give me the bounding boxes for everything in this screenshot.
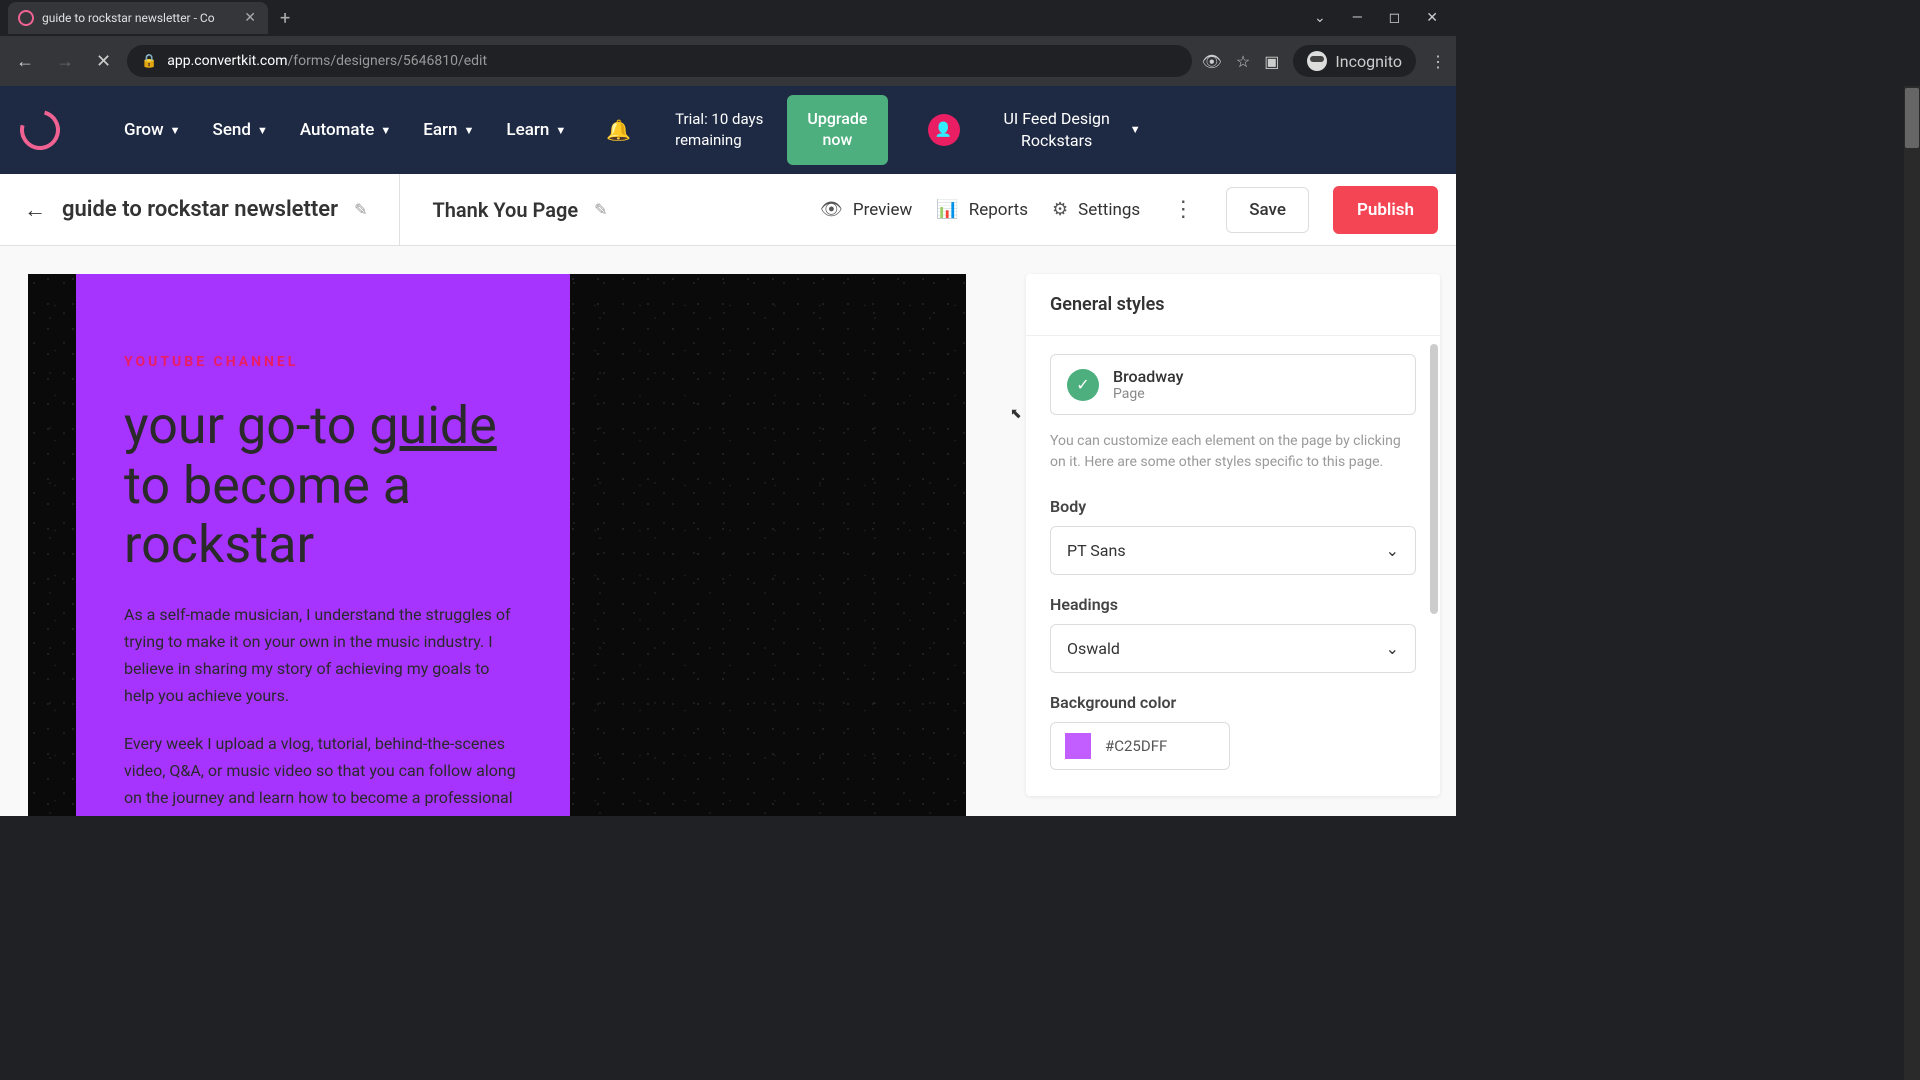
minimize-icon[interactable]: —: [1348, 6, 1367, 30]
nav-send[interactable]: Send▼: [213, 120, 268, 140]
editor-toolbar: ← guide to rockstar newsletter ✎ Thank Y…: [0, 174, 1456, 246]
sliders-icon: ⚙: [1052, 199, 1068, 220]
account-switcher[interactable]: UI Feed DesignRockstars ▼: [1004, 108, 1141, 153]
divider: [399, 174, 400, 246]
close-window-icon[interactable]: ✕: [1422, 6, 1442, 30]
bg-color-input[interactable]: #C25DFF: [1050, 722, 1230, 770]
panel-scrollbar[interactable]: [1430, 344, 1438, 614]
eyebrow-text[interactable]: YOUTUBE CHANNEL: [124, 354, 522, 370]
page-scrollbar-thumb[interactable]: [1905, 88, 1919, 148]
reports-button[interactable]: 📊Reports: [936, 199, 1028, 220]
hex-value: #C25DFF: [1105, 737, 1167, 755]
chevron-down-icon: ▼: [464, 124, 475, 137]
body-paragraph-1[interactable]: As a self-made musician, I understand th…: [124, 601, 522, 710]
form-name: guide to rockstar newsletter: [62, 197, 338, 222]
page-name: Thank You Page: [432, 198, 578, 222]
edit-name-icon[interactable]: ✎: [354, 200, 367, 219]
template-name: Broadway: [1113, 367, 1184, 386]
nav-learn[interactable]: Learn▼: [506, 120, 566, 140]
template-type: Page: [1113, 386, 1184, 402]
chevron-down-icon: ⌄: [1386, 639, 1399, 658]
image-area[interactable]: [570, 274, 966, 816]
check-icon: ✓: [1067, 369, 1099, 401]
chevron-down-icon: ⌄: [1386, 541, 1399, 560]
browser-tab[interactable]: guide to rockstar newsletter - Co ✕: [8, 2, 268, 34]
chevron-down-icon: ▼: [555, 124, 566, 137]
chevron-down-icon: ▼: [1130, 122, 1141, 137]
favicon-icon: [18, 10, 34, 26]
nav-grow[interactable]: Grow▼: [124, 120, 181, 140]
chevron-down-icon: ▼: [170, 124, 181, 137]
main-nav: Grow▼ Send▼ Automate▼ Earn▼ Learn▼ 🔔 Tri…: [0, 86, 1456, 174]
lock-icon: 🔒: [141, 54, 157, 69]
upgrade-button[interactable]: Upgradenow: [787, 95, 887, 165]
address-bar[interactable]: 🔒 app.convertkit.com/forms/designers/564…: [127, 45, 1192, 77]
maximize-icon[interactable]: ◻: [1385, 6, 1405, 30]
tab-title: guide to rockstar newsletter - Co: [42, 11, 234, 25]
styles-panel: General styles ✓ Broadway Page You can c…: [1026, 274, 1440, 796]
edit-page-icon[interactable]: ✎: [594, 200, 607, 219]
page-canvas[interactable]: YOUTUBE CHANNEL your go-to guide to beco…: [28, 274, 966, 816]
settings-button[interactable]: ⚙Settings: [1052, 199, 1140, 220]
color-swatch: [1065, 733, 1091, 759]
nav-automate[interactable]: Automate▼: [300, 120, 391, 140]
close-tab-icon[interactable]: ✕: [242, 8, 258, 28]
cursor-icon: ⬉: [1010, 406, 1022, 422]
chevron-down-icon: ▼: [380, 124, 391, 137]
preview-button[interactable]: 👁Preview: [820, 199, 912, 220]
forward-button: →: [50, 45, 80, 78]
incognito-icon: [1307, 51, 1327, 71]
chevron-down-icon: ▼: [257, 124, 268, 137]
headings-font-label: Headings: [1050, 595, 1416, 614]
back-button[interactable]: ←: [10, 45, 40, 78]
more-menu-icon[interactable]: ⋮: [1164, 193, 1202, 226]
trial-status: Trial: 10 daysremaining: [675, 109, 763, 151]
convertkit-logo-icon[interactable]: [13, 103, 68, 158]
content-panel[interactable]: YOUTUBE CHANNEL your go-to guide to beco…: [76, 274, 570, 816]
page-scrollbar-track[interactable]: [1904, 86, 1920, 1080]
incognito-badge[interactable]: Incognito: [1293, 45, 1416, 77]
panel-title: General styles: [1026, 274, 1440, 336]
new-tab-button[interactable]: +: [268, 4, 302, 33]
save-button[interactable]: Save: [1226, 187, 1309, 233]
body-font-label: Body: [1050, 497, 1416, 516]
url-text: app.convertkit.com/forms/designers/56468…: [167, 53, 487, 69]
bg-color-label: Background color: [1050, 693, 1416, 712]
template-card[interactable]: ✓ Broadway Page: [1050, 354, 1416, 415]
body-paragraph-2[interactable]: Every week I upload a vlog, tutorial, be…: [124, 730, 522, 816]
help-text: You can customize each element on the pa…: [1050, 431, 1416, 473]
bar-chart-icon: 📊: [936, 199, 958, 220]
headings-font-select[interactable]: Oswald⌄: [1050, 624, 1416, 673]
publish-button[interactable]: Publish: [1333, 186, 1438, 234]
headline[interactable]: your go-to guide to become a rockstar: [124, 394, 522, 573]
eye-off-icon[interactable]: 👁: [1202, 52, 1222, 71]
body-font-select[interactable]: PT Sans⌄: [1050, 526, 1416, 575]
eye-icon: 👁: [820, 199, 843, 220]
back-arrow-icon[interactable]: ←: [18, 191, 52, 229]
kebab-menu-icon[interactable]: ⋮: [1430, 52, 1446, 71]
bookmark-star-icon[interactable]: ☆: [1236, 52, 1250, 71]
avatar[interactable]: [928, 114, 960, 146]
notifications-bell-icon[interactable]: 🔔: [606, 118, 631, 142]
tab-search-icon[interactable]: ⌄: [1310, 6, 1330, 30]
reload-button[interactable]: ✕: [90, 45, 117, 78]
nav-earn[interactable]: Earn▼: [423, 120, 474, 140]
panel-icon[interactable]: ▣: [1264, 52, 1279, 71]
